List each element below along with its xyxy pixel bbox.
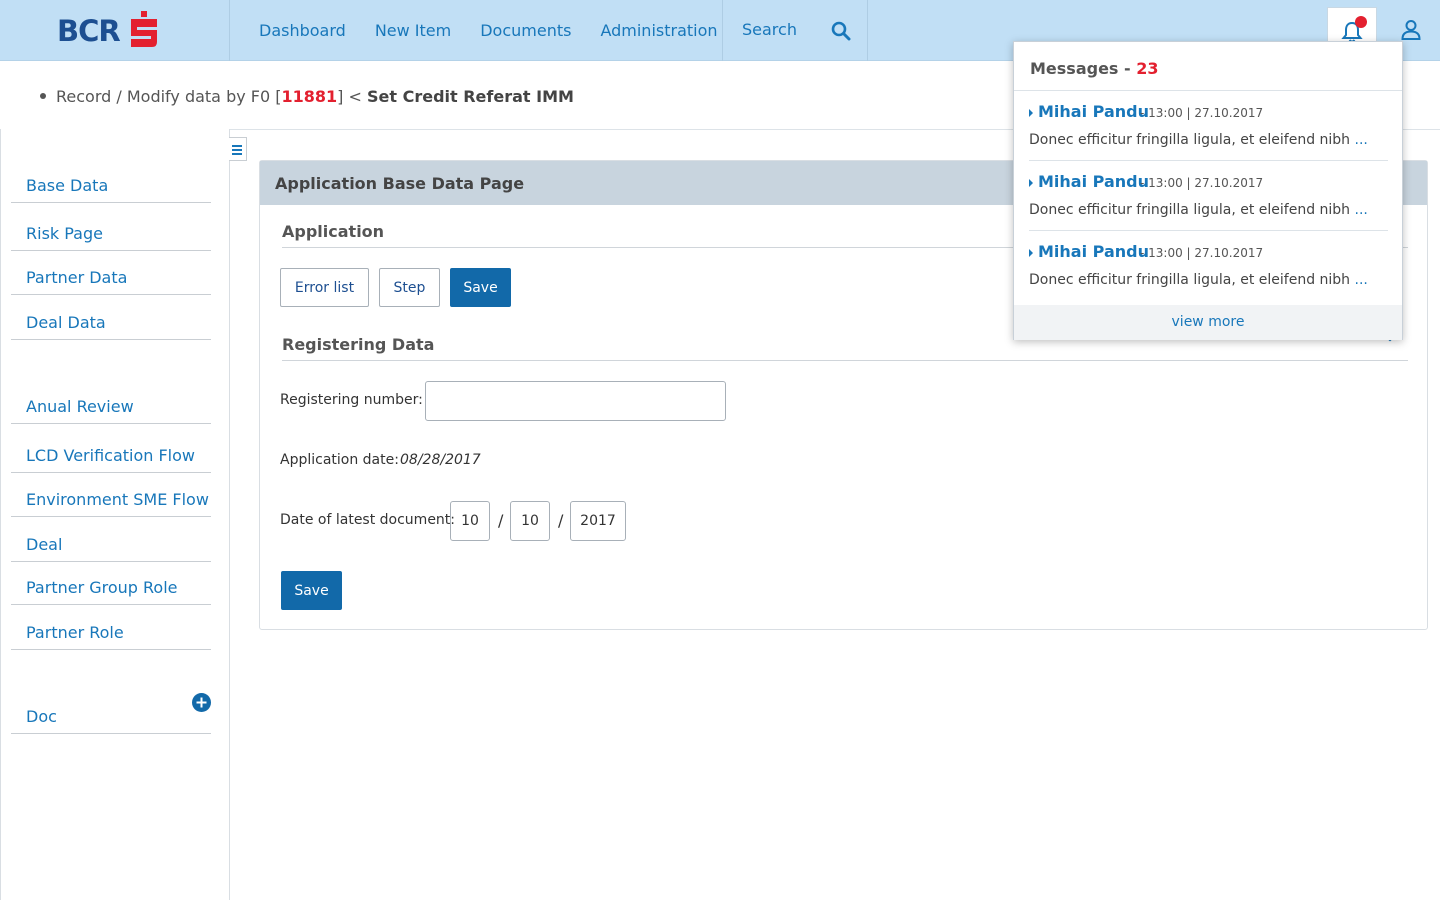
error-list-button[interactable]: Error list <box>280 268 369 307</box>
breadcrumb-bullet <box>40 92 46 99</box>
search-label: Search <box>742 20 797 39</box>
sidebar-item-label: Partner Group Role <box>26 578 178 597</box>
breadcrumb-prefix: Record / Modify data by F0 [ <box>56 87 282 106</box>
search-icon <box>831 21 851 41</box>
sidebar-item-anual-review[interactable]: Anual Review <box>11 380 211 424</box>
messages-popup: Messages - 23 Mihai Pandu - 13:00 | 27.1… <box>1013 41 1403 340</box>
messages-footer: view more <box>1014 305 1402 340</box>
bcr-logo-icon <box>131 11 157 47</box>
application-section-title: Application <box>282 222 385 241</box>
plus-circle-icon[interactable] <box>192 693 211 712</box>
breadcrumb-suffix: ] < <box>337 87 367 106</box>
message-text-body: Donec efficitur fringilla ligula, et ele… <box>1029 132 1355 148</box>
messages-count: 23 <box>1136 59 1159 78</box>
sidebar-item-risk-page[interactable]: Risk Page <box>11 207 211 251</box>
sidebar-toggle-button[interactable] <box>229 137 247 161</box>
registering-number-label: Registering number: <box>280 392 423 408</box>
user-icon[interactable] <box>1400 19 1422 41</box>
date-separator: / <box>558 511 564 530</box>
message-ellipsis: ... <box>1354 132 1368 148</box>
message-time: - 13:00 | 27.10.2017 <box>1140 246 1264 260</box>
messages-title-text: Messages - <box>1030 59 1137 78</box>
nav-documents[interactable]: Documents <box>480 21 571 40</box>
sidebar-item-label: Base Data <box>26 176 109 195</box>
sidebar: Base Data Risk Page Partner Data Deal Da… <box>0 129 230 900</box>
application-date-label: Application date: <box>280 452 399 468</box>
sidebar-item-lcd-verification-flow[interactable]: LCD Verification Flow <box>11 429 211 473</box>
logo-text: BCR <box>57 14 121 48</box>
sidebar-item-label: Doc <box>26 707 57 726</box>
registering-number-input[interactable] <box>425 381 726 421</box>
caret-right-icon <box>1029 249 1033 257</box>
date-year-field[interactable]: 2017 <box>570 501 626 541</box>
save-button-top[interactable]: Save <box>450 268 511 307</box>
message-text: Donec efficitur fringilla ligula, et ele… <box>1029 272 1368 288</box>
nav-dashboard[interactable]: Dashboard <box>259 21 346 40</box>
message-item[interactable]: Mihai Pandu - 13:00 | 27.10.2017 Donec e… <box>1029 161 1388 231</box>
caret-right-icon <box>1029 179 1033 187</box>
sidebar-item-partner-data[interactable]: Partner Data <box>11 251 211 295</box>
sidebar-item-label: Environment SME Flow <box>26 490 209 509</box>
sidebar-item-label: Deal <box>26 535 63 554</box>
notification-badge <box>1355 16 1367 28</box>
message-item[interactable]: Mihai Pandu - 13:00 | 27.10.2017 Donec e… <box>1029 91 1388 161</box>
caret-right-icon <box>1029 109 1033 117</box>
message-ellipsis: ... <box>1354 202 1368 218</box>
menu-bar <box>232 153 242 155</box>
breadcrumb: Record / Modify data by F0 [11881] < Set… <box>40 87 574 106</box>
message-ellipsis: ... <box>1354 272 1368 288</box>
breadcrumb-title: Set Credit Referat IMM <box>367 87 574 106</box>
date-separator: / <box>498 511 504 530</box>
sidebar-item-partner-group-role[interactable]: Partner Group Role <box>11 561 211 605</box>
sidebar-item-base-data[interactable]: Base Data <box>11 159 211 203</box>
step-button[interactable]: Step <box>379 268 440 307</box>
messages-title: Messages - 23 <box>1030 59 1159 78</box>
sidebar-item-deal[interactable]: Deal <box>11 518 211 562</box>
message-time: - 13:00 | 27.10.2017 <box>1140 106 1264 120</box>
main-nav: Dashboard New Item Documents Administrat… <box>230 0 718 61</box>
sidebar-item-label: Risk Page <box>26 224 103 243</box>
nav-new-item[interactable]: New Item <box>375 21 451 40</box>
sidebar-item-label: Deal Data <box>26 313 106 332</box>
message-text-body: Donec efficitur fringilla ligula, et ele… <box>1029 272 1355 288</box>
message-text: Donec efficitur fringilla ligula, et ele… <box>1029 132 1368 148</box>
section-divider <box>282 360 1408 361</box>
message-time: - 13:00 | 27.10.2017 <box>1140 176 1264 190</box>
registering-section-title: Registering Data <box>282 335 435 354</box>
menu-bar <box>232 145 242 147</box>
sidebar-item-doc[interactable]: Doc <box>11 690 211 734</box>
panel-title: Application Base Data Page <box>275 174 525 193</box>
date-month-field[interactable]: 10 <box>450 501 490 541</box>
sidebar-item-environment-sme-flow[interactable]: Environment SME Flow <box>11 473 211 517</box>
message-author: Mihai Pandu <box>1038 172 1149 191</box>
message-text-body: Donec efficitur fringilla ligula, et ele… <box>1029 202 1355 218</box>
message-author: Mihai Pandu <box>1038 102 1149 121</box>
sidebar-item-label: Anual Review <box>26 397 134 416</box>
date-day-field[interactable]: 10 <box>510 501 550 541</box>
sidebar-item-partner-role[interactable]: Partner Role <box>11 606 211 650</box>
view-more-link[interactable]: view more <box>1014 314 1402 330</box>
latest-document-label: Date of latest document: <box>280 512 456 528</box>
sidebar-item-label: LCD Verification Flow <box>26 446 195 465</box>
nav-administration[interactable]: Administration <box>600 21 717 40</box>
save-button-bottom[interactable]: Save <box>281 571 342 610</box>
brand-logo[interactable]: BCR <box>0 0 230 61</box>
sidebar-item-label: Partner Data <box>26 268 128 287</box>
message-author: Mihai Pandu <box>1038 242 1149 261</box>
message-item[interactable]: Mihai Pandu - 13:00 | 27.10.2017 Donec e… <box>1029 231 1388 301</box>
search-button[interactable]: Search <box>722 0 868 61</box>
sidebar-item-label: Partner Role <box>26 623 124 642</box>
application-date-value: 08/28/2017 <box>400 452 481 468</box>
sidebar-item-deal-data[interactable]: Deal Data <box>11 296 211 340</box>
record-id: 11881 <box>281 87 338 106</box>
menu-bar <box>232 149 242 151</box>
message-text: Donec efficitur fringilla ligula, et ele… <box>1029 202 1368 218</box>
